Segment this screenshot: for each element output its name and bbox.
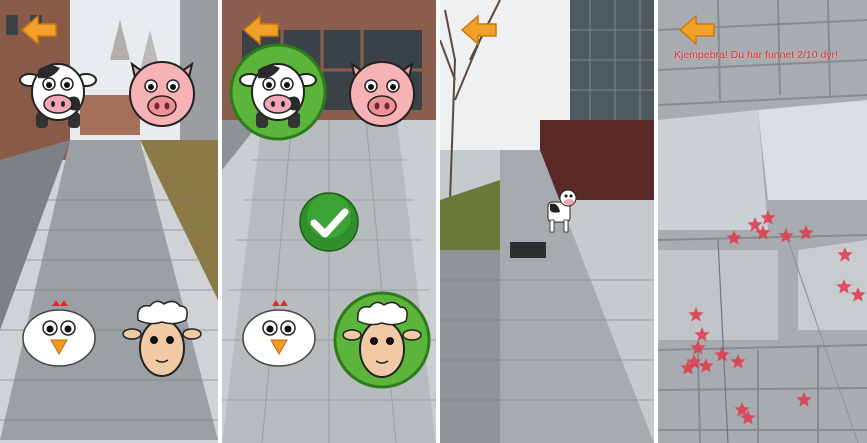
arrow-left-icon <box>20 14 57 46</box>
ar-cow-model[interactable] <box>542 188 578 234</box>
cow-animal-button-found[interactable] <box>228 42 328 142</box>
star-icon <box>836 279 852 294</box>
back-button[interactable] <box>460 14 498 46</box>
star-icon <box>760 210 776 225</box>
star-icon <box>690 340 706 355</box>
checkmark-icon <box>299 192 359 252</box>
star-icon <box>850 287 866 302</box>
sheep-icon <box>122 300 202 377</box>
star-icon <box>726 230 742 245</box>
sheep-animal-button-found[interactable] <box>332 290 432 390</box>
chicken-animal-button[interactable] <box>240 298 318 368</box>
screen-ar-search <box>440 0 654 443</box>
star-icon <box>778 228 794 243</box>
cow-icon <box>19 63 97 128</box>
star-icon <box>798 225 814 240</box>
pig-animal-button[interactable] <box>122 52 202 132</box>
arrow-left-icon <box>460 14 497 46</box>
sheep-animal-button[interactable] <box>122 298 202 380</box>
back-button[interactable] <box>20 14 58 46</box>
screen-animal-found <box>222 0 436 443</box>
pig-icon <box>129 61 195 127</box>
pig-icon <box>349 61 415 127</box>
cow-icon <box>547 189 577 233</box>
star-icon <box>730 354 746 369</box>
chicken-icon <box>242 300 316 367</box>
star-icon <box>714 347 730 362</box>
star-icon <box>688 307 704 322</box>
screen-success: Kjempebra! Du har funnet 2/10 dyr! <box>658 0 867 443</box>
star-icon <box>796 392 812 407</box>
star-icon <box>694 327 710 342</box>
chicken-icon <box>22 300 96 367</box>
pig-animal-button[interactable] <box>342 52 422 132</box>
arrow-left-icon <box>242 14 279 46</box>
star-burst-effect <box>680 210 866 425</box>
star-icon <box>837 247 853 262</box>
screen-animal-selection <box>0 0 218 443</box>
star-icon <box>747 217 763 232</box>
chicken-animal-button[interactable] <box>20 298 98 368</box>
cow-animal-button[interactable] <box>18 52 98 132</box>
